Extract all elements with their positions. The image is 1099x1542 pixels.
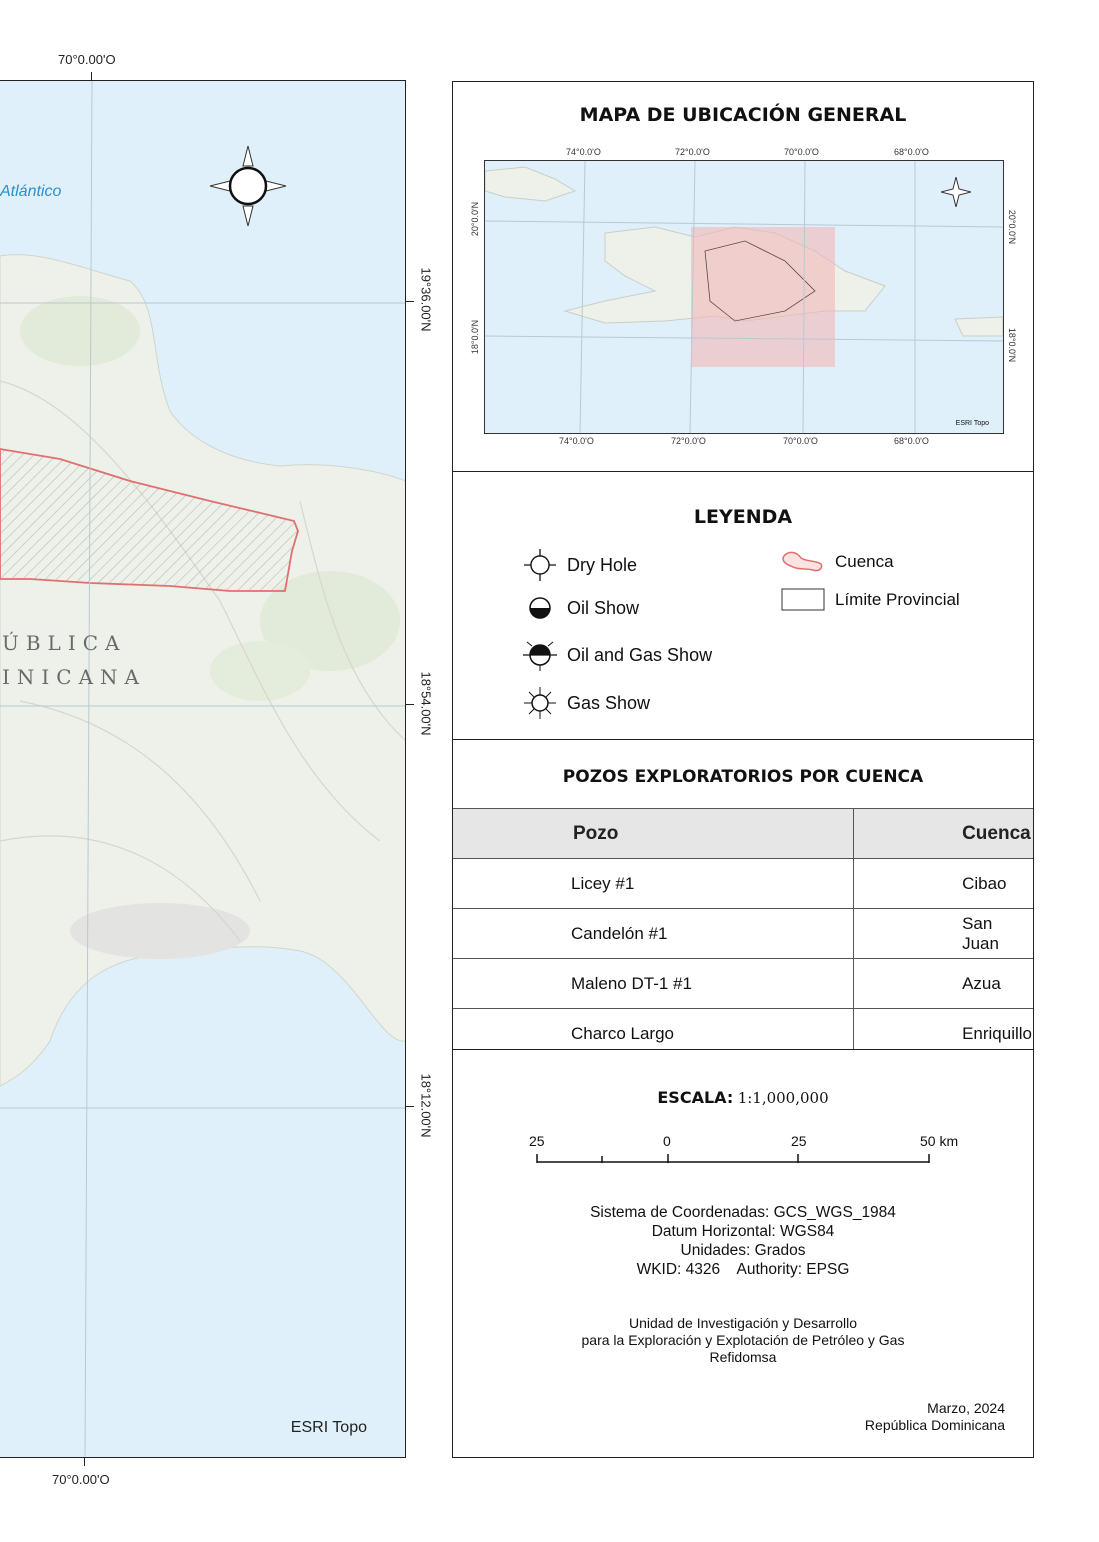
lon-label-bottom: 70°0.00'O bbox=[52, 1472, 110, 1487]
wells-table: Pozo Cuenca Licey #1 Cibao Candelón #1 S… bbox=[453, 808, 1033, 1058]
location-map-title: MAPA DE UBICACIÓN GENERAL bbox=[579, 104, 907, 126]
mini-right-lat-1: 20°0.0'N bbox=[1007, 209, 1017, 245]
puerto-rico-landmass bbox=[954, 316, 1003, 337]
mini-bottom-lon-3: 70°0.0'O bbox=[783, 436, 818, 446]
main-map[interactable]: Atlántico ÚBLICA INICANA ESRI Topo bbox=[0, 80, 406, 1458]
legend-label-gas-show: Gas Show bbox=[567, 692, 651, 713]
well-name: Licey #1 bbox=[453, 858, 855, 909]
wells-title: POZOS EXPLORATORIOS POR CUENCA bbox=[562, 767, 924, 787]
scale-row: ESCALA: 1:1,000,000 bbox=[453, 1088, 1033, 1108]
info-panel: ESCALA: 1:1,000,000 25 0 25 50 km Sistem… bbox=[452, 1049, 1034, 1458]
legend-item-oil-gas-show: Oil and Gas Show bbox=[523, 638, 712, 672]
basemap-credit: ESRI Topo bbox=[290, 1419, 367, 1436]
scale-value: 1:1,000,000 bbox=[737, 1089, 829, 1107]
scale-tick-3: 25 bbox=[791, 1133, 807, 1149]
mini-north-arrow-icon bbox=[941, 177, 971, 207]
legend-label-oil-show: Oil Show bbox=[567, 597, 640, 618]
wells-panel: POZOS EXPLORATORIOS POR CUENCA Pozo Cuen… bbox=[452, 739, 1034, 1058]
legend-title: LEYENDA bbox=[693, 506, 793, 528]
mini-right-lat-2: 18°0.0'N bbox=[1007, 327, 1017, 363]
legend-panel: LEYENDA Dry Hole Oil Show Oil and Gas Sh… bbox=[452, 471, 1034, 740]
legend-item-basin: Cuenca bbox=[781, 548, 894, 576]
org-info: Unidad de Investigación y Desarrollo par… bbox=[453, 1315, 1033, 1366]
mini-bottom-lon-2: 72°0.0'O bbox=[671, 436, 706, 446]
legend-item-gas-show: Gas Show bbox=[523, 686, 650, 720]
table-row: Licey #1 Cibao bbox=[453, 858, 1033, 909]
scale-label: ESCALA: bbox=[657, 1088, 734, 1107]
location-map-frame[interactable]: ESRI Topo bbox=[484, 160, 1004, 434]
map-date: Marzo, 2024 bbox=[927, 1400, 1005, 1416]
mini-left-lat-1: 20°0.0'N bbox=[470, 201, 480, 237]
lat-label-1: 19°36.00'N bbox=[418, 267, 434, 332]
mini-top-lon-1: 74°0.0'O bbox=[566, 147, 601, 157]
table-row: Maleno DT-1 #1 Azua bbox=[453, 958, 1033, 1009]
legend-item-oil-show: Oil Show bbox=[523, 591, 639, 625]
scale-bar bbox=[536, 1154, 930, 1163]
basin-icon bbox=[782, 551, 823, 572]
lat-label-2: 18°54.00'N bbox=[418, 671, 434, 736]
legend-item-province: Límite Provincial bbox=[781, 588, 960, 612]
legend-label-basin: Cuenca bbox=[835, 552, 894, 571]
table-row: Candelón #1 San Juan bbox=[453, 908, 1033, 959]
wkid: WKID: 4326 Authority: EPSG bbox=[636, 1261, 850, 1278]
mini-top-lon-3: 70°0.0'O bbox=[784, 147, 819, 157]
mini-bottom-lon-4: 68°0.0'O bbox=[894, 436, 929, 446]
legend-label-province: Límite Provincial bbox=[835, 590, 960, 609]
mini-top-lon-2: 72°0.0'O bbox=[675, 147, 710, 157]
well-basin: Azua bbox=[853, 958, 1033, 1009]
well-name: Candelón #1 bbox=[453, 908, 855, 959]
header-pozo: Pozo bbox=[453, 808, 855, 859]
scale-tick-4: 50 km bbox=[920, 1133, 959, 1149]
lat-label-3: 18°12.00'N bbox=[418, 1073, 434, 1138]
location-map-panel: MAPA DE UBICACIÓN GENERAL ESRI Topo 74°0… bbox=[452, 81, 1034, 472]
org-line-2: para la Exploración y Explotación de Pet… bbox=[581, 1332, 905, 1348]
country-label-line2: INICANA bbox=[2, 665, 146, 689]
lon-label-top: 70°0.00'O bbox=[58, 52, 116, 67]
province-boundary-icon bbox=[781, 588, 825, 611]
location-map-canvas bbox=[485, 161, 1003, 433]
map-country: República Dominicana bbox=[864, 1417, 1005, 1433]
compass-rose-icon bbox=[209, 145, 287, 227]
mini-bottom-lon-1: 74°0.0'O bbox=[559, 436, 594, 446]
org-line-3: Refidomsa bbox=[709, 1349, 777, 1365]
date-info: Marzo, 2024 República Dominicana bbox=[865, 1400, 1005, 1434]
oil-show-icon bbox=[529, 597, 551, 619]
coord-info: Sistema de Coordenadas: GCS_WGS_1984 Dat… bbox=[453, 1203, 1033, 1279]
well-name: Maleno DT-1 #1 bbox=[453, 958, 855, 1009]
scale-tick-1: 25 bbox=[529, 1133, 545, 1149]
coord-system: Sistema de Coordenadas: GCS_WGS_1984 bbox=[590, 1204, 896, 1221]
well-basin: San Juan bbox=[853, 908, 1033, 959]
mini-top-lon-4: 68°0.0'O bbox=[894, 147, 929, 157]
units: Unidades: Grados bbox=[680, 1242, 806, 1259]
well-basin: Cibao bbox=[853, 858, 1033, 909]
header-cuenca: Cuenca bbox=[853, 808, 1033, 859]
study-area-highlight bbox=[691, 227, 835, 367]
scale-tick-2: 0 bbox=[663, 1133, 671, 1149]
datum: Datum Horizontal: WGS84 bbox=[651, 1223, 835, 1240]
oil-gas-show-icon bbox=[523, 641, 557, 671]
country-label-line1: ÚBLICA bbox=[2, 631, 127, 655]
dry-hole-icon bbox=[524, 549, 556, 581]
mini-left-lat-2: 18°0.0'N bbox=[470, 319, 480, 355]
ocean-label: Atlántico bbox=[0, 183, 62, 200]
org-line-1: Unidad de Investigación y Desarrollo bbox=[628, 1315, 857, 1331]
location-map-credit: ESRI Topo bbox=[955, 420, 989, 427]
legend-label-oil-gas-show: Oil and Gas Show bbox=[567, 644, 713, 665]
wells-table-header: Pozo Cuenca bbox=[453, 808, 1033, 859]
legend-label-dry-hole: Dry Hole bbox=[567, 554, 638, 575]
main-map-canvas bbox=[0, 81, 405, 1457]
gas-show-icon bbox=[524, 687, 556, 719]
legend-item-dry-hole: Dry Hole bbox=[523, 548, 637, 582]
